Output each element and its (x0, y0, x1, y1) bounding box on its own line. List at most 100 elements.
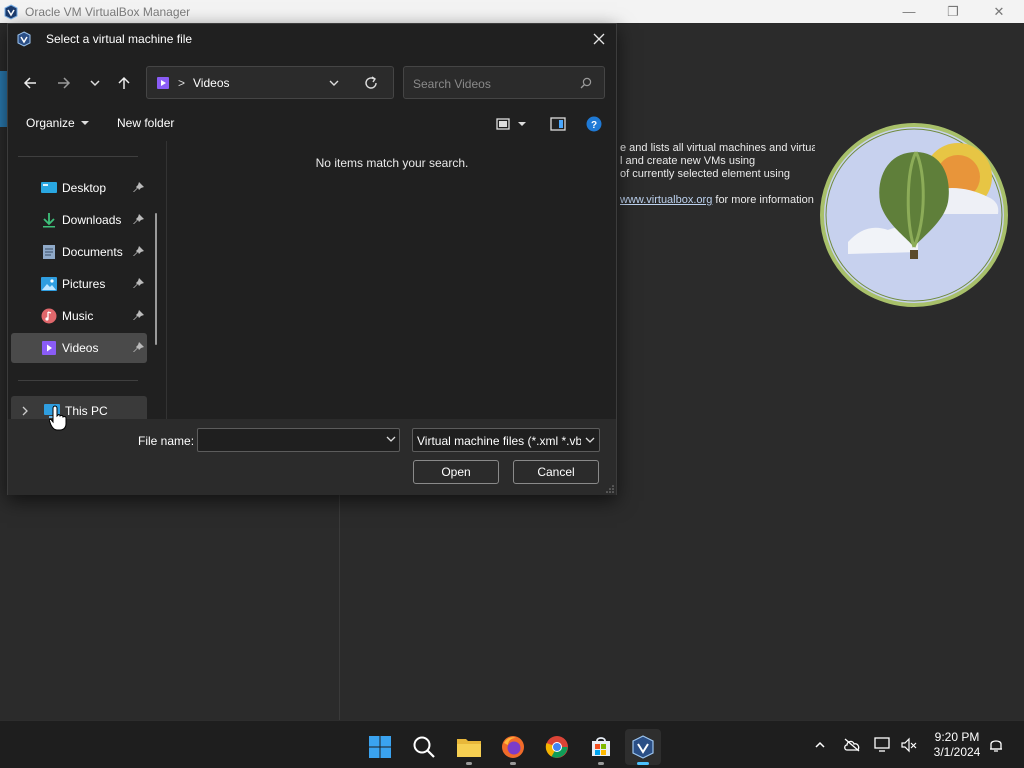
preview-pane-icon[interactable] (550, 116, 566, 132)
help-icon[interactable]: ? (586, 116, 602, 132)
sidebar-item-downloads[interactable]: Downloads (11, 205, 147, 235)
onedrive-tray-button[interactable] (842, 735, 862, 755)
main-title-bar: Oracle VM VirtualBox Manager — ❐ ✕ (0, 0, 1024, 23)
sidebar-divider (18, 380, 138, 381)
file-type-filter[interactable]: Virtual machine files (*.xml *.vb (412, 428, 600, 452)
welcome-text: e and lists all virtual machines and vir… (620, 142, 815, 207)
chrome-icon (545, 736, 568, 758)
running-indicator (510, 762, 516, 765)
sidebar-scrollbar[interactable] (155, 213, 157, 345)
organize-label: Organize (26, 116, 75, 130)
taskbar-store[interactable] (583, 729, 619, 765)
chevron-down-icon (585, 437, 595, 443)
cancel-button[interactable]: Cancel (513, 460, 599, 484)
taskbar-search-button[interactable] (406, 729, 442, 765)
running-indicator (466, 762, 472, 765)
command-bar: Organize New folder ? (8, 108, 616, 140)
view-options-icon[interactable] (495, 116, 511, 132)
search-placeholder: Search Videos (413, 77, 491, 91)
resize-grip-icon[interactable] (606, 485, 614, 493)
pin-icon (133, 278, 144, 288)
virtualbox-icon (4, 3, 18, 20)
address-bar[interactable]: > Videos (146, 66, 394, 99)
navigation-pane: Desktop Downloads Documents Pictures Mus… (8, 141, 166, 419)
arrow-right-icon (58, 77, 71, 89)
pin-icon (133, 310, 144, 320)
pin-icon (133, 246, 144, 256)
taskbar-firefox[interactable] (495, 729, 531, 765)
virtualbox-link[interactable]: www.virtualbox.org (620, 194, 712, 206)
search-icon (580, 77, 592, 89)
file-list-area[interactable]: No items match your search. (166, 141, 616, 419)
bell-icon (990, 740, 1002, 752)
file-name-label: File name: (138, 434, 195, 448)
sidebar-item-pictures[interactable]: Pictures (11, 269, 147, 299)
navigation-bar: > Videos Search Videos (8, 64, 616, 100)
welcome-line-2: l and create new VMs using (620, 155, 756, 167)
dialog-title-bar: Select a virtual machine file (8, 24, 616, 54)
windows-icon (369, 736, 391, 758)
volume-tray-button[interactable] (899, 735, 919, 755)
forward-button[interactable] (52, 72, 76, 94)
volume-muted-icon (901, 737, 917, 753)
recent-locations-button[interactable] (83, 72, 107, 94)
network-tray-button[interactable] (873, 735, 893, 755)
notifications-button[interactable] (986, 735, 1006, 755)
taskbar-file-explorer[interactable] (451, 729, 487, 765)
caret-down-icon[interactable] (516, 116, 528, 132)
new-folder-button[interactable]: New folder (117, 116, 174, 130)
store-icon (592, 737, 610, 756)
start-button[interactable] (362, 729, 398, 765)
virtualbox-icon (17, 31, 31, 47)
pin-icon (133, 214, 144, 224)
welcome-balloon-image (820, 123, 1008, 307)
taskbar-chrome[interactable] (539, 729, 575, 765)
active-indicator (637, 762, 649, 765)
cloud-offline-icon (844, 738, 860, 752)
file-name-input[interactable] (197, 428, 400, 452)
main-close-button[interactable]: ✕ (976, 0, 1022, 23)
file-type-filter-value: Virtual machine files (*.xml *.vb (417, 434, 581, 448)
videos-icon (157, 76, 169, 89)
maximize-button[interactable]: ❐ (930, 0, 976, 23)
sidebar-item-label: Desktop (62, 181, 107, 195)
sidebar-item-videos[interactable]: Videos (11, 333, 147, 363)
select-file-dialog: Select a virtual machine file > Videos S… (7, 23, 617, 495)
music-icon (41, 308, 57, 324)
minimize-button[interactable]: — (886, 0, 932, 23)
open-button[interactable]: Open (413, 460, 499, 484)
chevron-right-icon[interactable] (20, 406, 30, 416)
close-icon (593, 33, 605, 45)
sidebar-divider (18, 156, 138, 157)
refresh-icon[interactable] (363, 75, 379, 91)
svg-text:?: ? (591, 120, 597, 131)
up-button[interactable] (112, 72, 136, 94)
network-icon (874, 737, 890, 752)
sidebar-item-documents[interactable]: Documents (11, 237, 147, 267)
organize-button[interactable]: Organize (26, 116, 90, 130)
sidebar-item-music[interactable]: Music (11, 301, 147, 331)
breadcrumb-videos[interactable]: Videos (193, 76, 229, 90)
desktop-icon (41, 182, 57, 193)
empty-message: No items match your search. (315, 156, 469, 170)
chevron-down-icon[interactable] (385, 433, 397, 445)
firefox-icon (502, 736, 524, 758)
taskbar-virtualbox[interactable] (625, 729, 661, 765)
sidebar-item-this-pc[interactable]: This PC (11, 396, 147, 419)
clock-date: 3/1/2024 (933, 745, 981, 759)
chevron-down-icon[interactable] (327, 76, 341, 90)
folder-icon (457, 739, 481, 757)
sidebar-item-label: Music (62, 309, 94, 323)
show-hidden-icons-button[interactable] (810, 735, 830, 755)
tools-accent (0, 71, 7, 127)
document-icon (43, 245, 55, 259)
dialog-close-button[interactable] (588, 28, 610, 50)
back-button[interactable] (18, 72, 42, 94)
sidebar-item-desktop[interactable]: Desktop (11, 173, 147, 203)
virtualbox-icon (632, 735, 654, 759)
download-icon (43, 213, 55, 228)
search-box[interactable]: Search Videos (403, 66, 605, 99)
chevron-down-icon (90, 80, 100, 87)
search-icon (413, 736, 435, 758)
taskbar-clock[interactable]: 9:20 PM 3/1/2024 (926, 730, 988, 760)
